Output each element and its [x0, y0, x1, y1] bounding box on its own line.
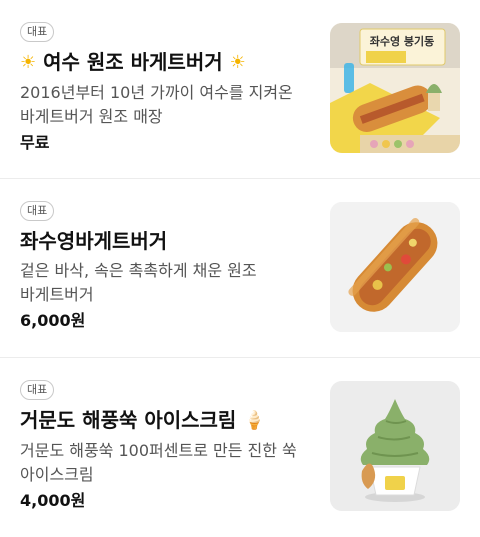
menu-item-title: 좌수영바게트버거: [20, 227, 316, 255]
ice-cream-icon: 🍦: [243, 410, 266, 431]
menu-item[interactable]: 대표 거문도 해풍쑥 아이스크림 🍦 거문도 해풍쑥 100퍼센트로 만든 진한…: [0, 358, 480, 537]
menu-item-name: 여수 원조 바게트버거: [43, 50, 223, 74]
menu-item-name: 거문도 해풍쑥 아이스크림: [20, 408, 237, 432]
representative-badge: 대표: [20, 22, 55, 42]
menu-item-info: 대표 ☀ 여수 원조 바게트버거 ☀ 2016년부터 10년 가까이 여수를 지…: [20, 20, 316, 155]
menu-item-photo[interactable]: [330, 381, 460, 511]
sun-icon: ☀: [229, 52, 246, 73]
menu-item-title: ☀ 여수 원조 바게트버거 ☀: [20, 48, 316, 77]
sign-text: 좌수영 붕기동: [370, 34, 435, 48]
menu-item-price: 6,000원: [20, 311, 86, 330]
menu-item-title: 거문도 해풍쑥 아이스크림 🍦: [20, 406, 316, 435]
representative-badge: 대표: [20, 201, 55, 221]
menu-list: 대표 ☀ 여수 원조 바게트버거 ☀ 2016년부터 10년 가까이 여수를 지…: [0, 0, 480, 537]
menu-item-price: 4,000원: [20, 491, 86, 510]
sun-icon: ☀: [20, 52, 37, 73]
menu-item[interactable]: 대표 ☀ 여수 원조 바게트버거 ☀ 2016년부터 10년 가까이 여수를 지…: [0, 0, 480, 179]
menu-item-info: 대표 좌수영바게트버거 겉은 바삭, 속은 촉촉하게 채운 원조 바게트버거 6…: [20, 199, 316, 333]
menu-item-info: 대표 거문도 해풍쑥 아이스크림 🍦 거문도 해풍쑥 100퍼센트로 만든 진한…: [20, 378, 316, 513]
representative-badge: 대표: [20, 380, 55, 400]
menu-item-description: 2016년부터 10년 가까이 여수를 지켜온 바게트버거 원조 매장: [20, 83, 293, 126]
menu-item-description: 겉은 바삭, 속은 촉촉하게 채운 원조 바게트버거: [20, 261, 257, 304]
menu-item-photo[interactable]: 좌수영 붕기동: [330, 23, 460, 153]
menu-item-description: 거문도 해풍쑥 100퍼센트로 만든 진한 쑥 아이스크림: [20, 441, 297, 484]
menu-item-photo[interactable]: [330, 202, 460, 332]
menu-item-price: 무료: [20, 133, 50, 152]
menu-item[interactable]: 대표 좌수영바게트버거 겉은 바삭, 속은 촉촉하게 채운 원조 바게트버거 6…: [0, 179, 480, 358]
menu-item-name: 좌수영바게트버거: [20, 229, 168, 253]
